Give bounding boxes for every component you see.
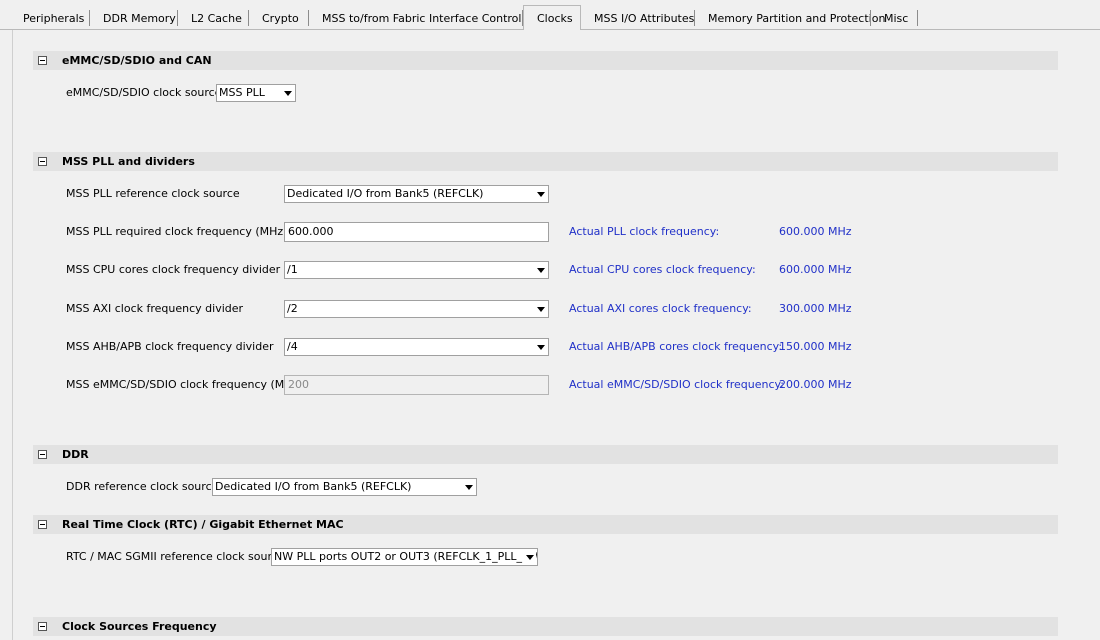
emmc-clock-source-label: eMMC/SD/SDIO clock source <box>66 86 222 99</box>
tab-mss-fabric-interface[interactable]: MSS to/from Fabric Interface Controllers <box>309 8 542 29</box>
tab-l2-cache[interactable]: L2 Cache <box>178 8 249 29</box>
pll-required-freq-input[interactable]: 600.000 <box>284 222 549 242</box>
select-value: /1 <box>287 263 298 276</box>
rtc-ref-clock-label: RTC / MAC SGMII reference clock source <box>66 550 285 563</box>
dropdown-arrow-icon <box>281 86 294 100</box>
select-value: Dedicated I/O from Bank5 (REFCLK) <box>287 187 484 200</box>
tab-bar: Peripherals DDR Memory L2 Cache Crypto M… <box>0 0 1100 30</box>
tab-crypto[interactable]: Crypto <box>249 8 309 29</box>
collapse-toggle-icon[interactable] <box>38 56 47 65</box>
actual-cpu-label: Actual CPU cores clock frequency: <box>569 263 756 276</box>
collapse-toggle-icon[interactable] <box>38 450 47 459</box>
tab-mss-io-attributes[interactable]: MSS I/O Attributes <box>581 8 695 29</box>
tab-label: Peripherals <box>23 12 85 25</box>
emmc-freq-label: MSS eMMC/SD/SDIO clock frequency (MHz) <box>66 378 303 391</box>
collapse-toggle-icon[interactable] <box>38 520 47 529</box>
dropdown-arrow-icon <box>534 263 547 277</box>
tab-ddr-memory[interactable]: DDR Memory <box>90 8 178 29</box>
actual-axi-value: 300.000 MHz <box>779 302 852 315</box>
tab-label: Misc <box>884 12 909 25</box>
emmc-freq-input: 200 <box>284 375 549 395</box>
ddr-ref-clock-label: DDR reference clock source <box>66 480 219 493</box>
select-value: /4 <box>287 340 298 353</box>
actual-ahb-value: 150.000 MHz <box>779 340 852 353</box>
dropdown-arrow-icon <box>534 302 547 316</box>
tab-peripherals[interactable]: Peripherals <box>10 8 90 29</box>
tab-clocks[interactable]: Clocks <box>523 5 581 30</box>
section-header-ddr <box>33 445 1058 464</box>
axi-divider-select[interactable]: /2 <box>284 300 549 318</box>
section-title-mss-pll: MSS PLL and dividers <box>62 155 195 168</box>
pll-ref-clock-select[interactable]: Dedicated I/O from Bank5 (REFCLK) <box>284 185 549 203</box>
dropdown-arrow-icon <box>523 550 536 564</box>
cpu-divider-select[interactable]: /1 <box>284 261 549 279</box>
tab-label: Memory Partition and Protection <box>708 12 886 25</box>
tab-misc[interactable]: Misc <box>871 8 918 29</box>
rtc-ref-clock-select[interactable]: NW PLL ports OUT2 or OUT3 (REFCLK_1_PLL_… <box>271 548 538 566</box>
select-value: Dedicated I/O from Bank5 (REFCLK) <box>215 480 412 493</box>
pll-required-freq-label: MSS PLL required clock frequency (MHz) <box>66 225 288 238</box>
dropdown-arrow-icon <box>462 480 475 494</box>
emmc-clock-source-select[interactable]: MSS PLL <box>216 84 296 102</box>
pll-ref-clock-label: MSS PLL reference clock source <box>66 187 240 200</box>
ahb-divider-label: MSS AHB/APB clock frequency divider <box>66 340 274 353</box>
ddr-ref-clock-select[interactable]: Dedicated I/O from Bank5 (REFCLK) <box>212 478 477 496</box>
select-value: /2 <box>287 302 298 315</box>
tab-label: MSS to/from Fabric Interface Controllers <box>322 12 542 25</box>
tab-label: Crypto <box>262 12 299 25</box>
tab-label: L2 Cache <box>191 12 242 25</box>
select-value: NW PLL ports OUT2 or OUT3 (REFCLK_1_PLL_… <box>274 550 538 563</box>
clocks-panel <box>12 30 1100 640</box>
tab-label: MSS I/O Attributes <box>594 12 695 25</box>
tab-memory-partition-protection[interactable]: Memory Partition and Protection <box>695 8 885 29</box>
actual-axi-label: Actual AXI cores clock frequency: <box>569 302 752 315</box>
actual-emmc-label: Actual eMMC/SD/SDIO clock frequency: <box>569 378 784 391</box>
actual-cpu-value: 600.000 MHz <box>779 263 852 276</box>
actual-ahb-label: Actual AHB/APB cores clock frequency: <box>569 340 783 353</box>
actual-pll-value: 600.000 MHz <box>779 225 852 238</box>
tab-label: Clocks <box>537 12 573 25</box>
section-title-rtc: Real Time Clock (RTC) / Gigabit Ethernet… <box>62 518 344 531</box>
actual-emmc-value: 200.000 MHz <box>779 378 852 391</box>
section-title-emmc: eMMC/SD/SDIO and CAN <box>62 54 212 67</box>
cpu-divider-label: MSS CPU cores clock frequency divider <box>66 263 281 276</box>
select-value: MSS PLL <box>219 86 265 99</box>
collapse-toggle-icon[interactable] <box>38 622 47 631</box>
tab-label: DDR Memory <box>103 12 176 25</box>
section-title-clock-sources: Clock Sources Frequency <box>62 620 217 633</box>
ahb-divider-select[interactable]: /4 <box>284 338 549 356</box>
actual-pll-label: Actual PLL clock frequency: <box>569 225 720 238</box>
dropdown-arrow-icon <box>534 187 547 201</box>
dropdown-arrow-icon <box>534 340 547 354</box>
section-title-ddr: DDR <box>62 448 89 461</box>
collapse-toggle-icon[interactable] <box>38 157 47 166</box>
axi-divider-label: MSS AXI clock frequency divider <box>66 302 244 315</box>
